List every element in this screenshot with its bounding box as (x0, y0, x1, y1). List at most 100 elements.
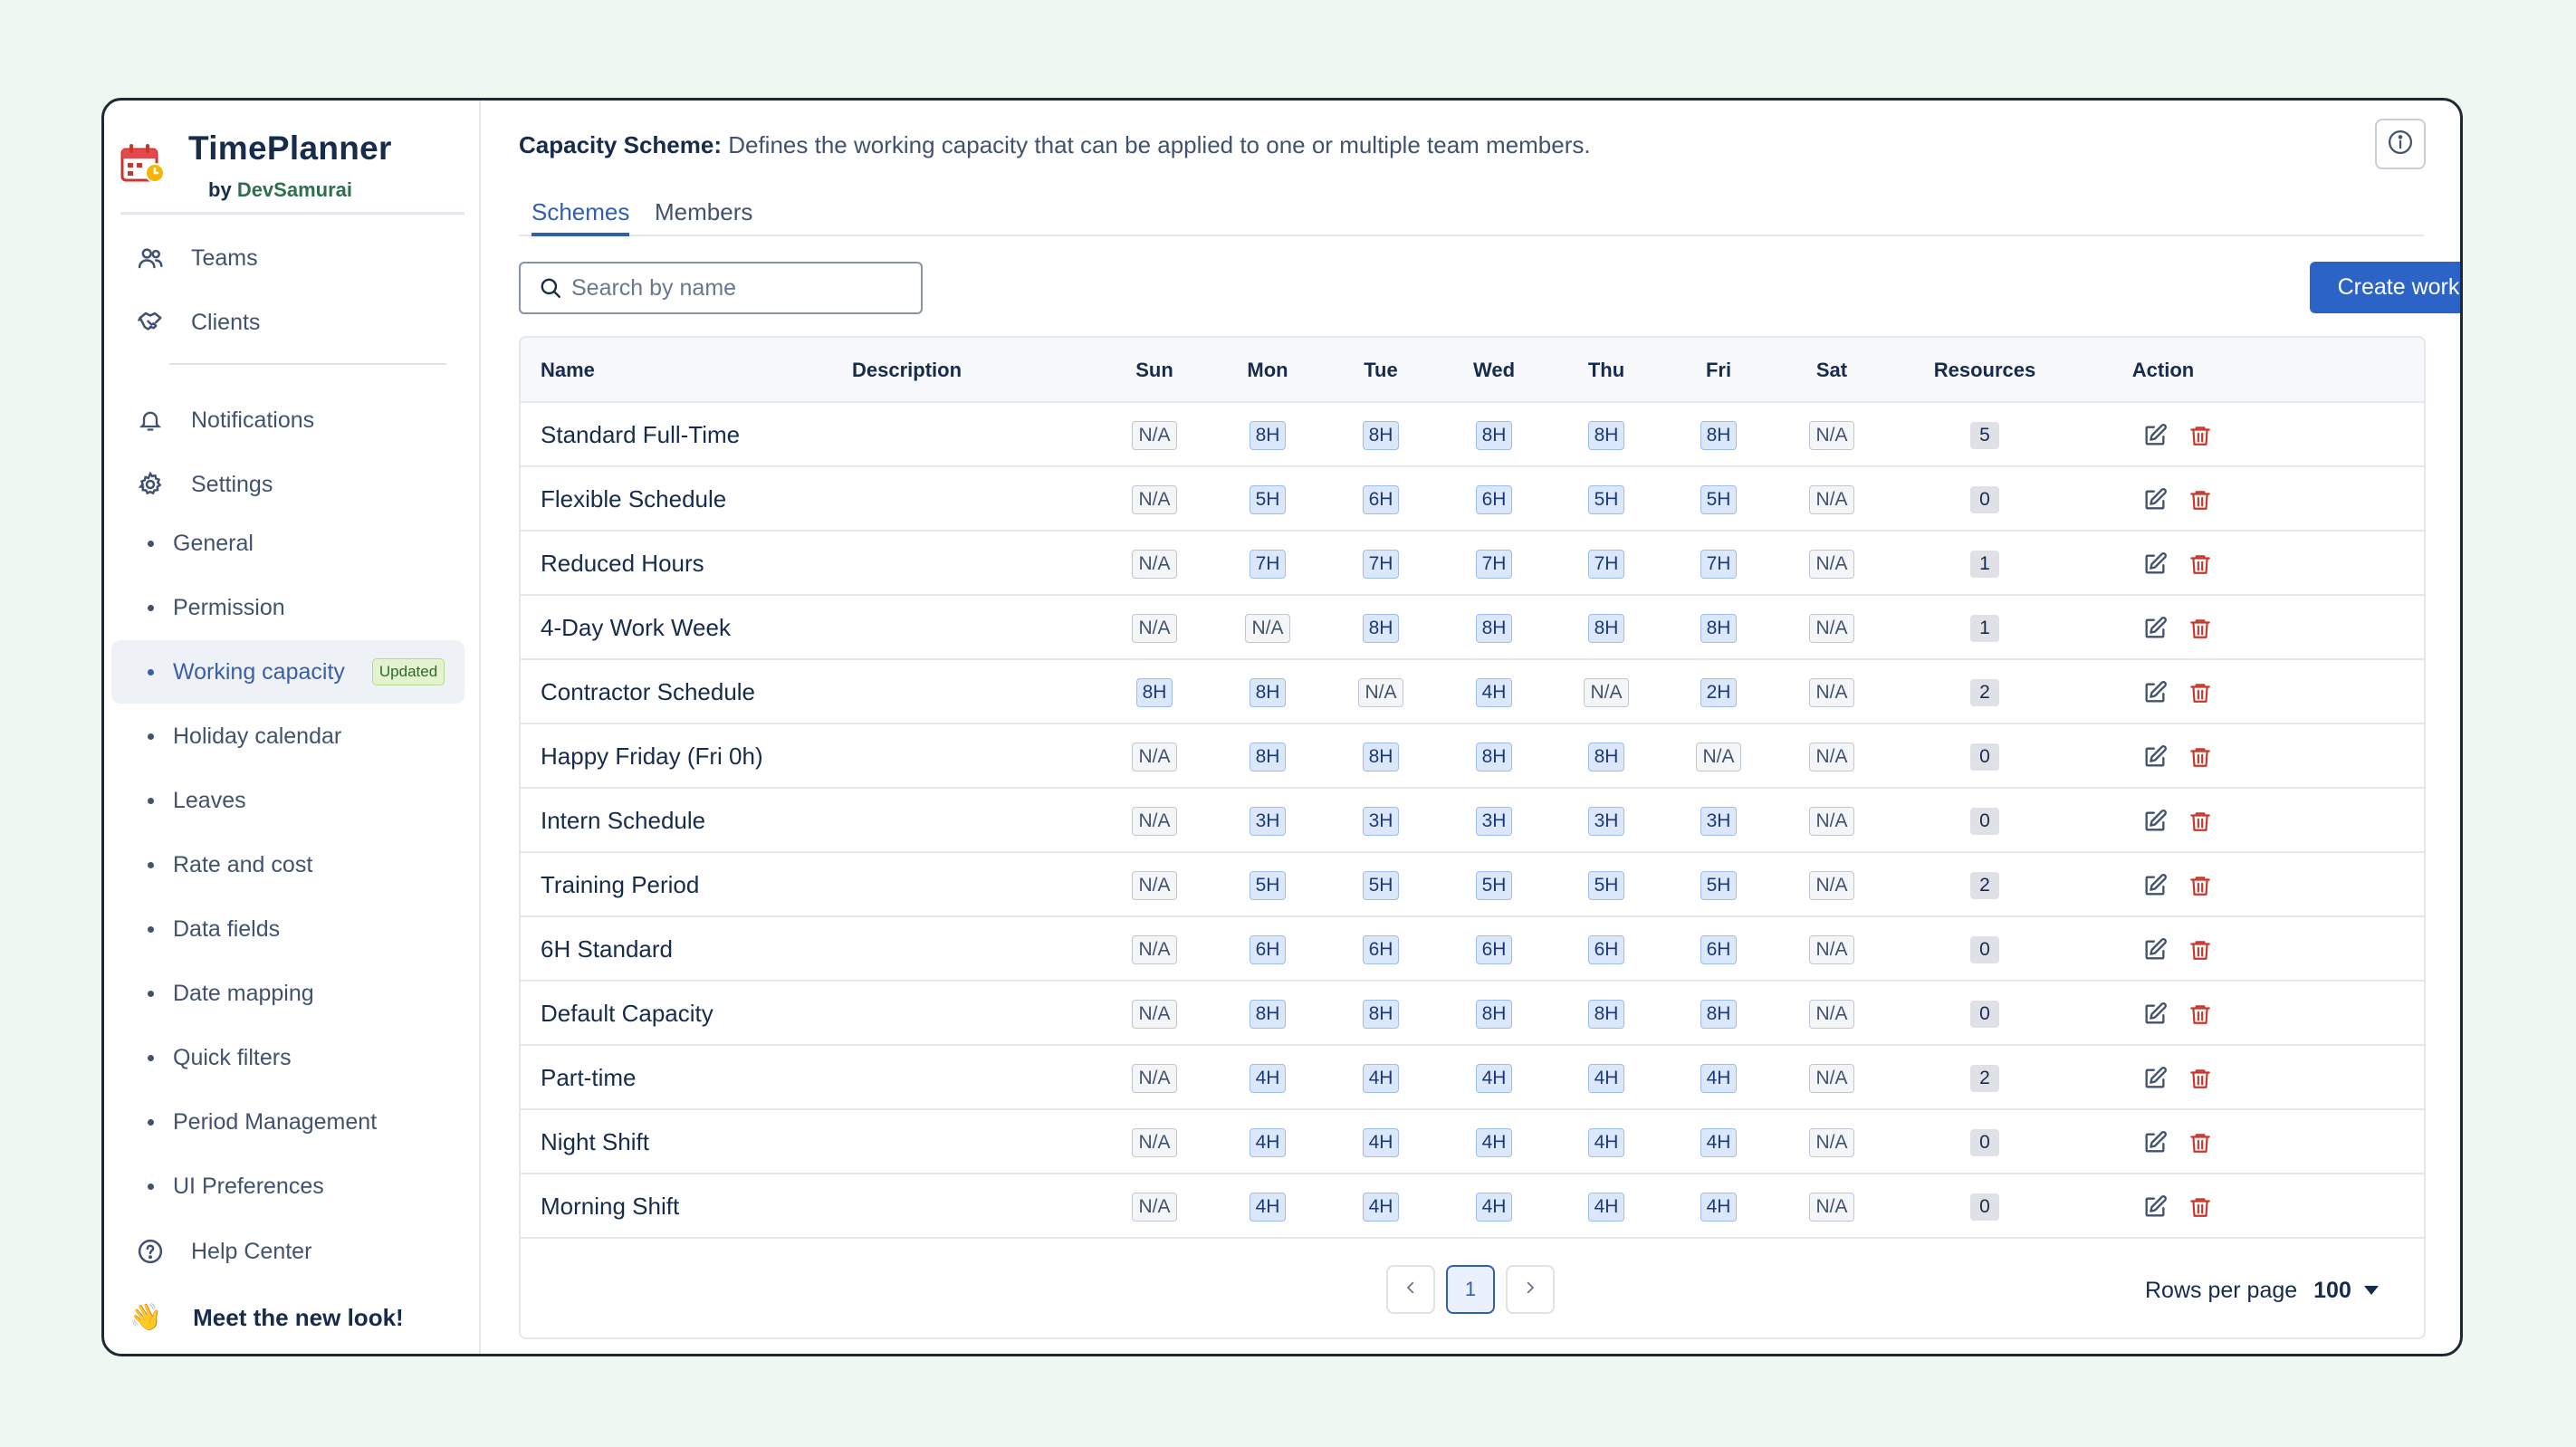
trash-icon[interactable] (2187, 486, 2214, 513)
edit-icon[interactable] (2141, 1001, 2169, 1028)
cell-thu: 8H (1570, 982, 1642, 1046)
settings-item-label: UI Preferences (173, 1173, 324, 1199)
table-row[interactable]: Default Capacity N/A 8H 8H 8H 8H 8H N/A 0 (521, 982, 2424, 1046)
cell-actions (2141, 724, 2214, 789)
edit-icon[interactable] (2141, 743, 2169, 771)
hours-pill: N/A (1809, 806, 1854, 836)
edit-icon[interactable] (2141, 551, 2169, 578)
nav-item-help-center[interactable]: Help Center (122, 1226, 484, 1277)
settings-item-general[interactable]: General (111, 512, 464, 575)
table-row[interactable]: Reduced Hours N/A 7H 7H 7H 7H 7H N/A 1 (521, 532, 2424, 596)
edit-icon[interactable] (2141, 486, 2169, 513)
new-look-banner[interactable]: 👋 Meet the new look! (129, 1298, 404, 1337)
table-row[interactable]: Contractor Schedule 8H 8H N/A 4H N/A 2H N/A 2 (521, 660, 2424, 724)
hours-pill: 8H (1362, 742, 1400, 771)
settings-item-rate-and-cost[interactable]: Rate and cost (111, 833, 464, 896)
chevron-down-icon (2363, 1286, 2379, 1295)
info-button[interactable] (2375, 119, 2426, 169)
cell-resources: 0 (1949, 467, 2021, 532)
cell-resources: 0 (1949, 789, 2021, 853)
settings-item-period-management[interactable]: Period Management (111, 1090, 464, 1154)
settings-item-ui-preferences[interactable]: UI Preferences (111, 1155, 464, 1218)
resources-count: 0 (1970, 743, 1999, 771)
table-row[interactable]: Intern Schedule N/A 3H 3H 3H 3H 3H N/A 0 (521, 789, 2424, 853)
scheme-name: Training Period (541, 871, 700, 898)
column-header-description: Description (852, 359, 962, 381)
hours-pill: 8H (1700, 613, 1738, 643)
nav-item-teams[interactable]: Teams (122, 233, 484, 283)
edit-icon[interactable] (2141, 872, 2169, 899)
resources-count: 0 (1970, 1193, 1999, 1221)
search-input[interactable] (571, 274, 915, 302)
edit-icon[interactable] (2141, 679, 2169, 706)
table-row[interactable]: 4-Day Work Week N/A N/A 8H 8H 8H 8H N/A 1 (521, 596, 2424, 660)
settings-item-leaves[interactable]: Leaves (111, 769, 464, 832)
settings-item-holiday-calendar[interactable]: Holiday calendar (111, 704, 464, 768)
trash-icon[interactable] (2187, 551, 2214, 578)
table-row[interactable]: Morning Shift N/A 4H 4H 4H 4H 4H N/A 0 (521, 1174, 2424, 1239)
bullet (148, 990, 154, 997)
edit-icon[interactable] (2141, 422, 2169, 449)
nav-item-clients[interactable]: Clients (122, 297, 484, 348)
edit-icon[interactable] (2141, 808, 2169, 835)
trash-icon[interactable] (2187, 679, 2214, 706)
trash-icon[interactable] (2187, 1129, 2214, 1156)
page-button-current[interactable]: 1 (1446, 1265, 1495, 1314)
bullet (148, 861, 154, 868)
help-circle-icon (135, 1236, 166, 1267)
hours-pill: 3H (1249, 806, 1287, 836)
cell-sun: N/A (1118, 982, 1191, 1046)
tab-schemes[interactable]: Schemes (531, 198, 630, 236)
trash-icon[interactable] (2187, 808, 2214, 835)
byline-org: DevSamurai (236, 178, 352, 201)
previous-page-button[interactable] (1386, 1265, 1435, 1314)
create-working-capacity-button[interactable]: Create working capacity (2310, 262, 2460, 313)
column-header-wed: Wed (1472, 359, 1516, 381)
table-row[interactable]: Standard Full-Time N/A 8H 8H 8H 8H 8H N/A 5 (521, 403, 2424, 467)
table-row[interactable]: 6H Standard N/A 6H 6H 6H 6H 6H N/A 0 (521, 917, 2424, 982)
cell-actions (2141, 467, 2214, 532)
trash-icon[interactable] (2187, 743, 2214, 771)
trash-icon[interactable] (2187, 615, 2214, 642)
table-row[interactable]: Training Period N/A 5H 5H 5H 5H 5H N/A 2 (521, 853, 2424, 917)
edit-icon[interactable] (2141, 1193, 2169, 1221)
resources-count: 2 (1970, 871, 1999, 899)
cell-tue: 3H (1345, 789, 1417, 853)
trash-icon[interactable] (2187, 1193, 2214, 1221)
nav-item-notifications[interactable]: Notifications (122, 395, 484, 446)
table-row[interactable]: Night Shift N/A 4H 4H 4H 4H 4H N/A 0 (521, 1110, 2424, 1174)
trash-icon[interactable] (2187, 1065, 2214, 1092)
table-row[interactable]: Part-time N/A 4H 4H 4H 4H 4H N/A 2 (521, 1046, 2424, 1110)
table-row[interactable]: Flexible Schedule N/A 5H 6H 6H 5H 5H N/A 0 (521, 467, 2424, 532)
edit-icon[interactable] (2141, 1129, 2169, 1156)
cell-thu: N/A (1570, 660, 1642, 724)
cell-thu: 4H (1570, 1174, 1642, 1239)
cell-sat: N/A (1796, 1174, 1868, 1239)
trash-icon[interactable] (2187, 936, 2214, 963)
settings-item-date-mapping[interactable]: Date mapping (111, 962, 464, 1025)
trash-icon[interactable] (2187, 1001, 2214, 1028)
settings-item-quick-filters[interactable]: Quick filters (111, 1026, 464, 1089)
bullet (148, 604, 154, 611)
edit-icon[interactable] (2141, 615, 2169, 642)
trash-icon[interactable] (2187, 872, 2214, 899)
cell-thu: 4H (1570, 1110, 1642, 1174)
column-header-name[interactable]: Name (541, 338, 595, 403)
rows-per-page-select[interactable]: 100 (2313, 1278, 2379, 1304)
settings-item-permission[interactable]: Permission (111, 576, 464, 639)
trash-icon[interactable] (2187, 422, 2214, 449)
settings-item-label: Leaves (173, 787, 246, 813)
cell-mon: N/A (1231, 596, 1304, 660)
edit-icon[interactable] (2141, 936, 2169, 963)
bullet (148, 1183, 154, 1190)
edit-icon[interactable] (2141, 1065, 2169, 1092)
table-row[interactable]: Happy Friday (Fri 0h) N/A 8H 8H 8H 8H N/A N/A 0 (521, 724, 2424, 789)
settings-item-working-capacity[interactable]: Working capacity Updated (111, 640, 464, 704)
search-box[interactable] (519, 262, 923, 314)
hours-pill: 4H (1475, 1127, 1513, 1157)
nav-item-settings[interactable]: Settings (122, 459, 484, 510)
hours-pill: 3H (1475, 806, 1513, 836)
next-page-button[interactable] (1506, 1265, 1555, 1314)
tab-members[interactable]: Members (655, 198, 752, 236)
settings-item-data-fields[interactable]: Data fields (111, 897, 464, 961)
